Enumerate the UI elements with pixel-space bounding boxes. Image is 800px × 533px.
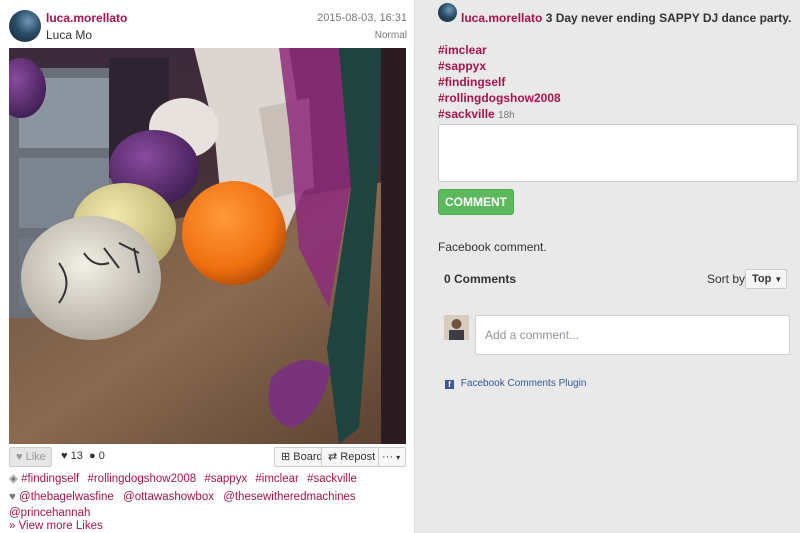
repost-label: Repost xyxy=(340,451,376,463)
liker-link[interactable]: @ottawashowbox xyxy=(123,491,214,503)
liker-list: ♥ @thebagelwasfine @ottawashowbox @these… xyxy=(9,489,409,521)
hashtag-link[interactable]: #imclear xyxy=(438,43,487,57)
facebook-comment-label: Facebook comment. xyxy=(438,240,547,254)
hashtag-link[interactable]: #sappyx xyxy=(438,59,486,73)
plus-square-icon: ⊞ xyxy=(281,451,291,463)
liker-link[interactable]: @thesewitheredmachines xyxy=(223,491,356,503)
hashtag-list: #imclear #sappyx #findingself #rollingdo… xyxy=(438,42,561,122)
repost-icon: ⇄ xyxy=(328,451,338,463)
sort-select[interactable]: Top ▼ xyxy=(745,269,787,289)
tag-link[interactable]: #findingself xyxy=(21,473,79,485)
facebook-icon: f xyxy=(445,380,454,389)
like-button[interactable]: ♥ Like xyxy=(9,447,52,467)
like-label: Like xyxy=(25,451,46,463)
user-avatar-image xyxy=(444,315,469,340)
full-name: Luca Mo xyxy=(46,28,93,42)
more-options-button[interactable]: ··· ▾ xyxy=(378,447,406,467)
chevron-down-icon: ▼ xyxy=(774,275,783,284)
speech-bubble-icon: ● xyxy=(89,450,96,462)
more-label: ··· xyxy=(382,451,393,463)
liker-link[interactable]: @thebagelwasfine xyxy=(19,491,114,503)
username-link[interactable]: luca.morellato xyxy=(46,11,127,25)
caption: luca.morellato 3 Day never ending SAPPY … xyxy=(461,11,791,25)
avatar[interactable] xyxy=(9,10,41,42)
caption-text: 3 Day never ending SAPPY DJ dance party. xyxy=(545,11,792,25)
comment-count-heading: 0 Comments xyxy=(444,272,517,286)
divider xyxy=(438,298,793,299)
like-count: ♥ 13 xyxy=(61,450,83,462)
like-count-value: 13 xyxy=(70,450,83,462)
user-avatar xyxy=(444,315,469,340)
caption-username-link[interactable]: luca.morellato xyxy=(461,11,542,25)
post-photo[interactable] xyxy=(9,48,406,444)
filter-label: Normal xyxy=(374,30,407,41)
add-comment-input[interactable]: Add a comment... xyxy=(475,315,790,355)
facebook-comments-widget: 0 Comments Sort by Top ▼ Add a comment..… xyxy=(438,264,793,404)
avatar[interactable] xyxy=(438,3,457,22)
post-header: luca.morellato Luca Mo 2015-08-03, 16:31… xyxy=(9,10,407,44)
heart-icon: ♥ xyxy=(9,491,16,503)
comment-button[interactable]: COMMENT xyxy=(438,189,514,215)
timestamp: 2015-08-03, 16:31 xyxy=(317,12,407,24)
tag-link[interactable]: #sackville xyxy=(307,473,357,485)
heart-icon: ♥ xyxy=(61,450,68,462)
comment-count: ● 0 xyxy=(89,450,105,462)
photo-illustration xyxy=(9,48,406,444)
hashtag-link[interactable]: #findingself xyxy=(438,75,505,89)
tag-list: ◈ #findingself #rollingdogshow2008 #sapp… xyxy=(9,471,409,487)
tag-link[interactable]: #rollingdogshow2008 xyxy=(87,473,196,485)
sort-label: Sort by xyxy=(707,272,746,286)
heart-icon: ♥ xyxy=(16,451,23,463)
caption-panel: luca.morellato 3 Day never ending SAPPY … xyxy=(415,0,800,533)
post-panel: luca.morellato Luca Mo 2015-08-03, 16:31… xyxy=(0,0,415,533)
comment-textarea[interactable] xyxy=(438,124,798,182)
plugin-label: Facebook Comments Plugin xyxy=(460,378,587,389)
liker-link[interactable]: @princehannah xyxy=(9,507,90,519)
chevron-down-icon: ▾ xyxy=(396,453,401,462)
facebook-plugin-link[interactable]: f Facebook Comments Plugin xyxy=(445,378,586,389)
post-actions: ♥ Like ♥ 13 ● 0 ⊞ Board ⇄ Repost ··· ▾ xyxy=(9,447,406,468)
hashtag-link[interactable]: #sackville xyxy=(438,107,495,121)
comment-count-value: 0 xyxy=(98,450,105,462)
repost-button[interactable]: ⇄ Repost xyxy=(321,447,383,467)
view-more-likes-link[interactable]: » View more Likes xyxy=(9,520,103,532)
tag-icon: ◈ xyxy=(9,473,18,485)
board-label: Board xyxy=(293,451,323,463)
tag-link[interactable]: #imclear xyxy=(255,473,298,485)
tag-link[interactable]: #sappyx xyxy=(204,473,247,485)
post-age: 18h xyxy=(498,110,515,121)
sort-value: Top xyxy=(752,273,772,285)
hashtag-link[interactable]: #rollingdogshow2008 xyxy=(438,91,561,105)
